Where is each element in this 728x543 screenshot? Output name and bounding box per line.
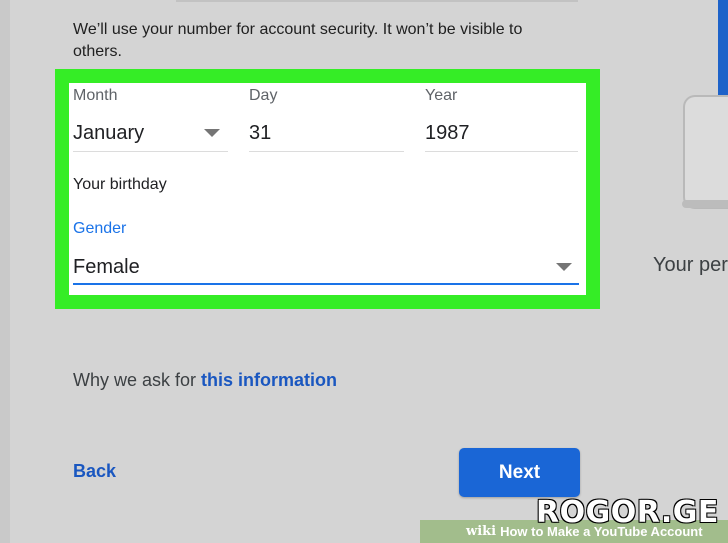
wiki-logo: wiki [466, 524, 497, 539]
left-panel-edge [0, 0, 10, 543]
security-note: We’ll use your number for account securi… [73, 21, 523, 60]
gender-underline [73, 283, 579, 285]
why-we-ask: Why we ask for this information [73, 370, 337, 391]
phone-field-underline [176, 0, 578, 2]
site-watermark: ROGOR.GE [536, 495, 719, 530]
gender-label: Gender [73, 220, 127, 237]
chevron-down-icon[interactable] [204, 129, 220, 137]
month-select[interactable]: January [73, 122, 144, 145]
device-base [682, 200, 728, 208]
month-underline [73, 151, 228, 152]
month-label: Month [73, 87, 118, 104]
day-underline [249, 151, 404, 152]
year-label: Year [425, 87, 458, 104]
this-information-link[interactable]: this information [201, 370, 337, 390]
year-underline [425, 151, 578, 152]
next-button[interactable]: Next [459, 448, 580, 497]
right-illustration: Your per [610, 0, 728, 543]
day-label: Day [249, 87, 278, 104]
why-prefix: Why we ask for [73, 370, 202, 390]
year-input[interactable]: 1987 [425, 122, 470, 145]
back-button[interactable]: Back [73, 461, 116, 482]
device-illustration [683, 95, 728, 209]
gender-select[interactable]: Female [73, 256, 140, 279]
chevron-down-icon[interactable] [556, 263, 572, 271]
birthday-caption: Your birthday [73, 176, 167, 193]
side-caption: Your per [653, 254, 728, 276]
day-input[interactable]: 31 [249, 122, 271, 145]
